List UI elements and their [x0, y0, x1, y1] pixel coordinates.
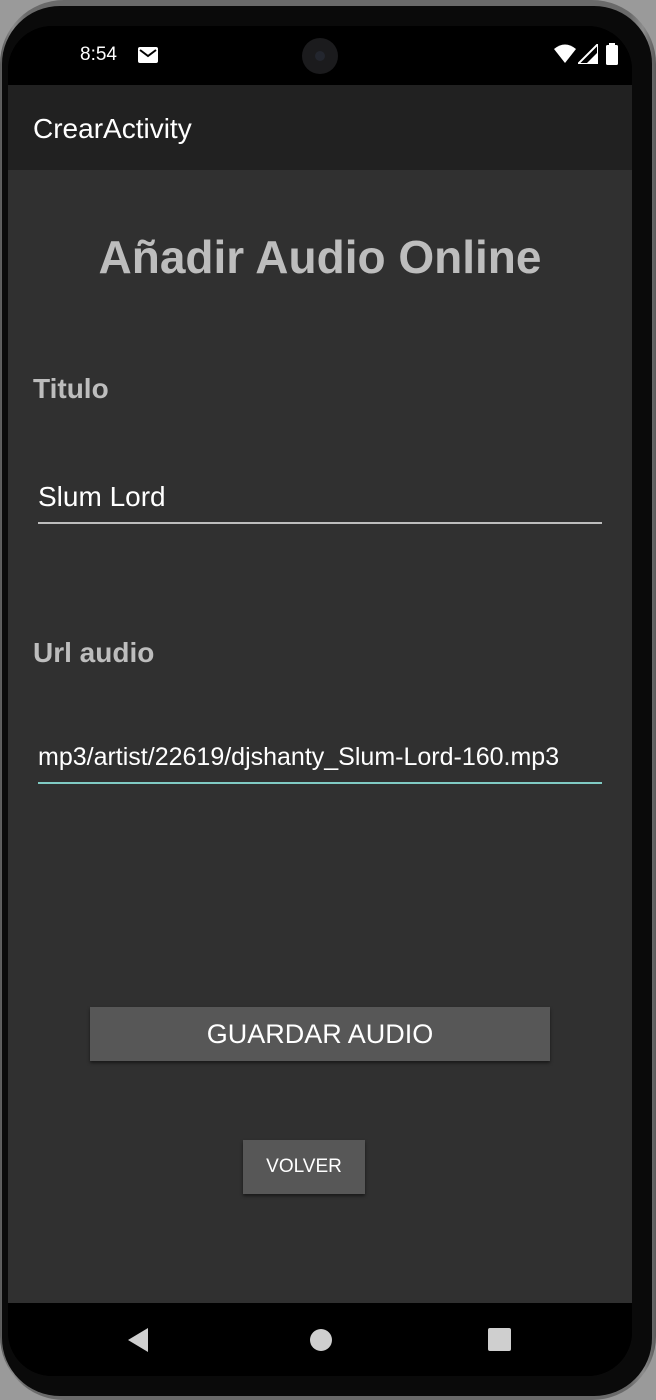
save-audio-button[interactable]: GUARDAR AUDIO	[90, 1007, 550, 1061]
recents-icon[interactable]	[488, 1328, 511, 1351]
main-content: Añadir Audio Online Titulo Url audio GUA…	[8, 170, 632, 1303]
url-audio-input[interactable]	[38, 738, 602, 784]
app-bar: CrearActivity	[8, 85, 632, 170]
titulo-input[interactable]	[38, 478, 602, 524]
back-button[interactable]: VOLVER	[243, 1140, 365, 1194]
navigation-bar	[8, 1303, 632, 1376]
back-icon[interactable]	[126, 1328, 152, 1352]
wifi-icon	[554, 44, 576, 63]
status-time: 8:54	[80, 44, 117, 65]
battery-icon	[606, 43, 618, 65]
phone-screen: 8:54 CrearActivity Añadir Audio Online T…	[8, 26, 632, 1376]
url-audio-label: Url audio	[33, 637, 155, 668]
titulo-label: Titulo	[33, 373, 109, 404]
home-icon[interactable]	[310, 1329, 332, 1351]
app-title: CrearActivity	[33, 113, 192, 144]
status-bar: 8:54	[8, 26, 632, 85]
mail-icon	[138, 47, 158, 63]
front-camera	[302, 38, 338, 74]
signal-icon	[578, 44, 598, 64]
page-title: Añadir Audio Online	[98, 231, 542, 283]
